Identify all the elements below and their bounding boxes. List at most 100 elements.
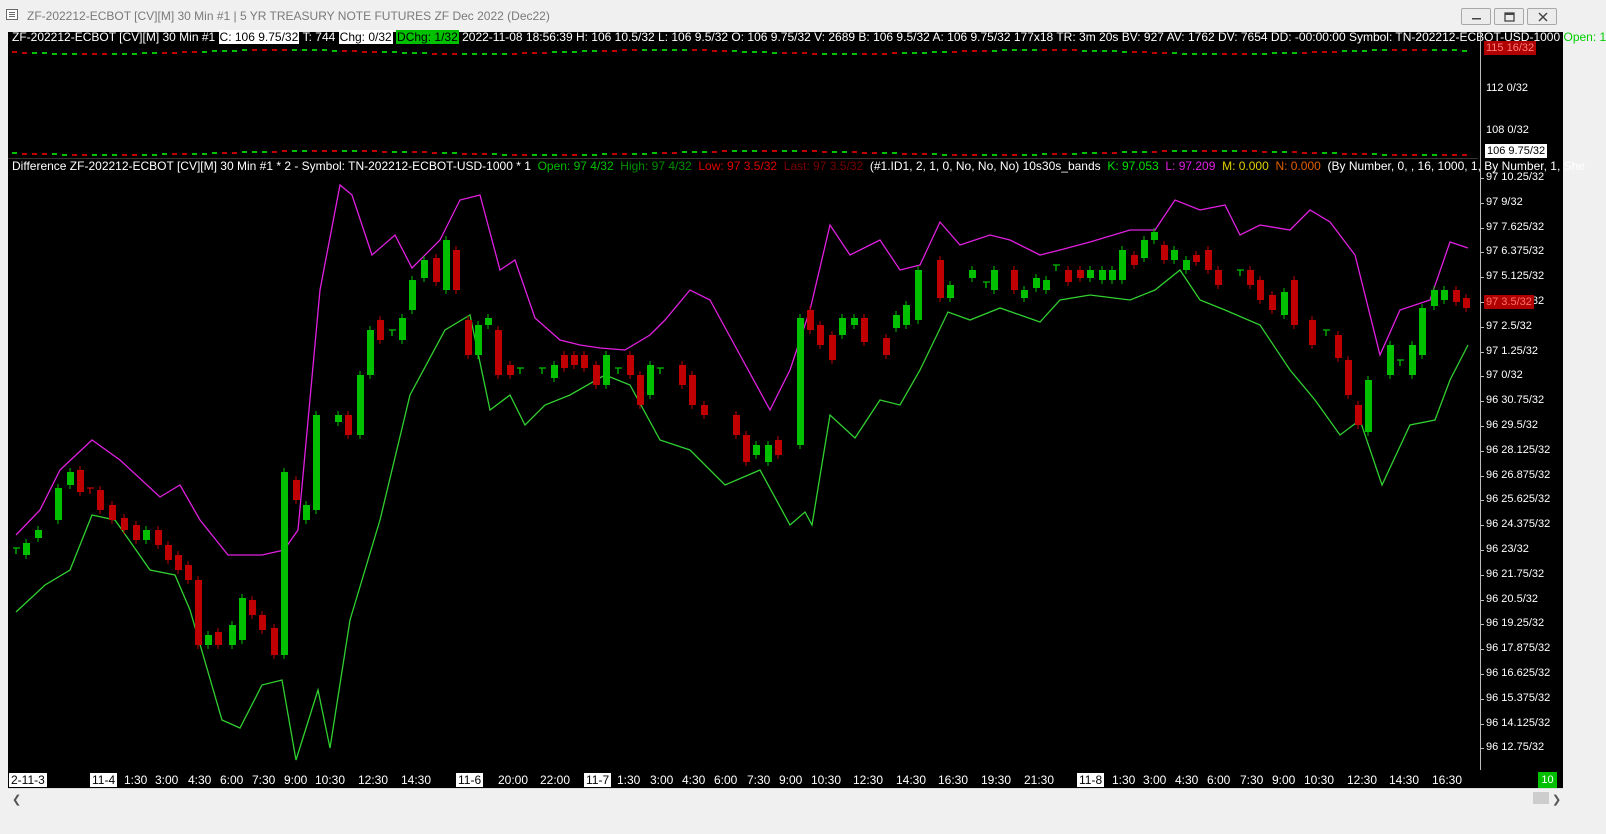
lower-price-tick-mark [302, 150, 307, 152]
candle-body [893, 315, 900, 328]
lower-price-tick-mark [912, 153, 917, 155]
candle-body [465, 320, 472, 355]
upper-price-tick-mark [322, 49, 327, 51]
upper-price-tick-mark [752, 51, 757, 53]
lower-price-tick-mark [1202, 150, 1207, 152]
lower-price-tick-mark [142, 154, 147, 156]
scroll-thumb[interactable] [1533, 792, 1549, 804]
upper-price-tick-mark [782, 52, 787, 54]
candle-body [1247, 270, 1254, 285]
lower-price-tick-mark [1162, 150, 1167, 152]
price-axis-label: 97 9/32 [1486, 195, 1523, 208]
candle-body [313, 415, 320, 510]
candle-body [1365, 380, 1372, 432]
candle-body [109, 505, 116, 520]
lower-price-tick-mark [842, 151, 847, 153]
doji-mark [1397, 359, 1404, 366]
lower-price-tick-mark [1082, 152, 1087, 154]
candle-body [647, 365, 654, 395]
time-label: 22:00 [540, 773, 571, 787]
upper-price-tick-mark [222, 50, 227, 52]
candle-body [1119, 250, 1126, 280]
lower-price-tick-mark [1272, 151, 1277, 153]
candle-body [121, 518, 128, 530]
upper-price-tick-mark [962, 50, 967, 52]
candle-body [495, 330, 502, 375]
candle-body [185, 565, 192, 580]
candle-body [603, 355, 610, 385]
candle-body [335, 415, 342, 422]
upper-price-tick-mark [602, 50, 607, 52]
candle-body [775, 440, 782, 455]
lower-price-tick-mark [452, 152, 457, 154]
time-label: 14:30 [401, 773, 432, 787]
candle-body [561, 355, 568, 368]
candle-body [475, 325, 482, 355]
doji-mark [389, 329, 396, 336]
lower-price-tick-mark [122, 154, 127, 156]
lower-price-tick-mark [1072, 153, 1077, 155]
candle-body [1171, 250, 1178, 260]
lower-price-tick-mark [1292, 151, 1297, 153]
study-extra-params: (By Number, 0, , 16, 1000, 1, By Number,… [1327, 159, 1585, 173]
lower-price-tick-mark [292, 150, 297, 152]
lower-price-tick-mark [392, 151, 397, 153]
band-k: K: 97.053 [1107, 159, 1159, 173]
candle-body [507, 365, 514, 375]
horizontal-scrollbar[interactable]: ❮ ❯ [8, 788, 1563, 807]
candle-body [1291, 280, 1298, 325]
candle-body [753, 445, 760, 455]
upper-price-tick-mark [812, 53, 817, 55]
upper-price-tick-mark [1002, 49, 1007, 51]
upper-price-tick-mark [312, 49, 317, 51]
candle-body [239, 598, 246, 640]
price-axis-label: 96 24.375/32 [1486, 518, 1551, 531]
price-axis-label: 97 1.25/32 [1486, 344, 1538, 357]
doji-mark [87, 487, 94, 494]
scroll-right-icon[interactable]: ❯ [1552, 793, 1561, 806]
upper-price-tick-mark [792, 52, 797, 54]
lower-price-tick-mark [372, 150, 377, 152]
upper-price-tick-mark [722, 50, 727, 52]
time-label: 14:30 [1389, 773, 1420, 787]
candle-body [357, 375, 364, 435]
date-label: 11-4 [90, 773, 118, 787]
upper-price-tick-mark [1202, 53, 1207, 55]
upper-price-tick-mark [422, 52, 427, 54]
candle-body [67, 472, 74, 485]
scroll-left-icon[interactable]: ❮ [12, 793, 21, 806]
upper-price-tick-mark [1192, 53, 1197, 55]
upper-price-tick-mark [1042, 49, 1047, 51]
lower-price-tick-mark [232, 152, 237, 154]
lower-price-tick-mark [512, 154, 517, 156]
upper-band-line [15, 183, 1469, 556]
upper-price-tick-mark [982, 50, 987, 52]
lower-price-tick-mark [872, 152, 877, 154]
price-plot[interactable] [0, 0, 1606, 834]
upper-price-tick-mark [1312, 51, 1317, 53]
upper-price-tick-mark [562, 51, 567, 53]
price-axis-label: 96 25.625/32 [1486, 493, 1551, 506]
upper-price-tick-mark [1112, 50, 1117, 52]
price-axis-label: 96 12.75/32 [1486, 741, 1545, 754]
price-tick [1480, 525, 1484, 527]
upper-price-tick-mark [1132, 51, 1137, 53]
upper-price-tick-mark [832, 53, 837, 55]
lower-price-tick-mark [1352, 153, 1357, 155]
upper-price-tick-mark [652, 49, 657, 51]
candle-body [409, 280, 416, 310]
price-tick [1480, 450, 1484, 452]
time-label: 20:00 [498, 773, 529, 787]
upper-price-tick-mark [132, 53, 137, 55]
lower-price-tick-mark [1372, 153, 1377, 155]
lower-price-tick-mark [82, 154, 87, 156]
price-axis-label: 96 28.125/32 [1486, 443, 1551, 456]
upper-price-tick-mark [1182, 53, 1187, 55]
price-tick [1480, 376, 1484, 378]
zoom-level-badge[interactable]: 10 [1538, 772, 1557, 788]
lower-price-tick-mark [1452, 154, 1457, 156]
price-axis-label: 96 21.75/32 [1486, 567, 1545, 580]
time-label: 19:30 [981, 773, 1012, 787]
upper-price-tick-mark [842, 53, 847, 55]
doji-mark [1237, 269, 1244, 276]
